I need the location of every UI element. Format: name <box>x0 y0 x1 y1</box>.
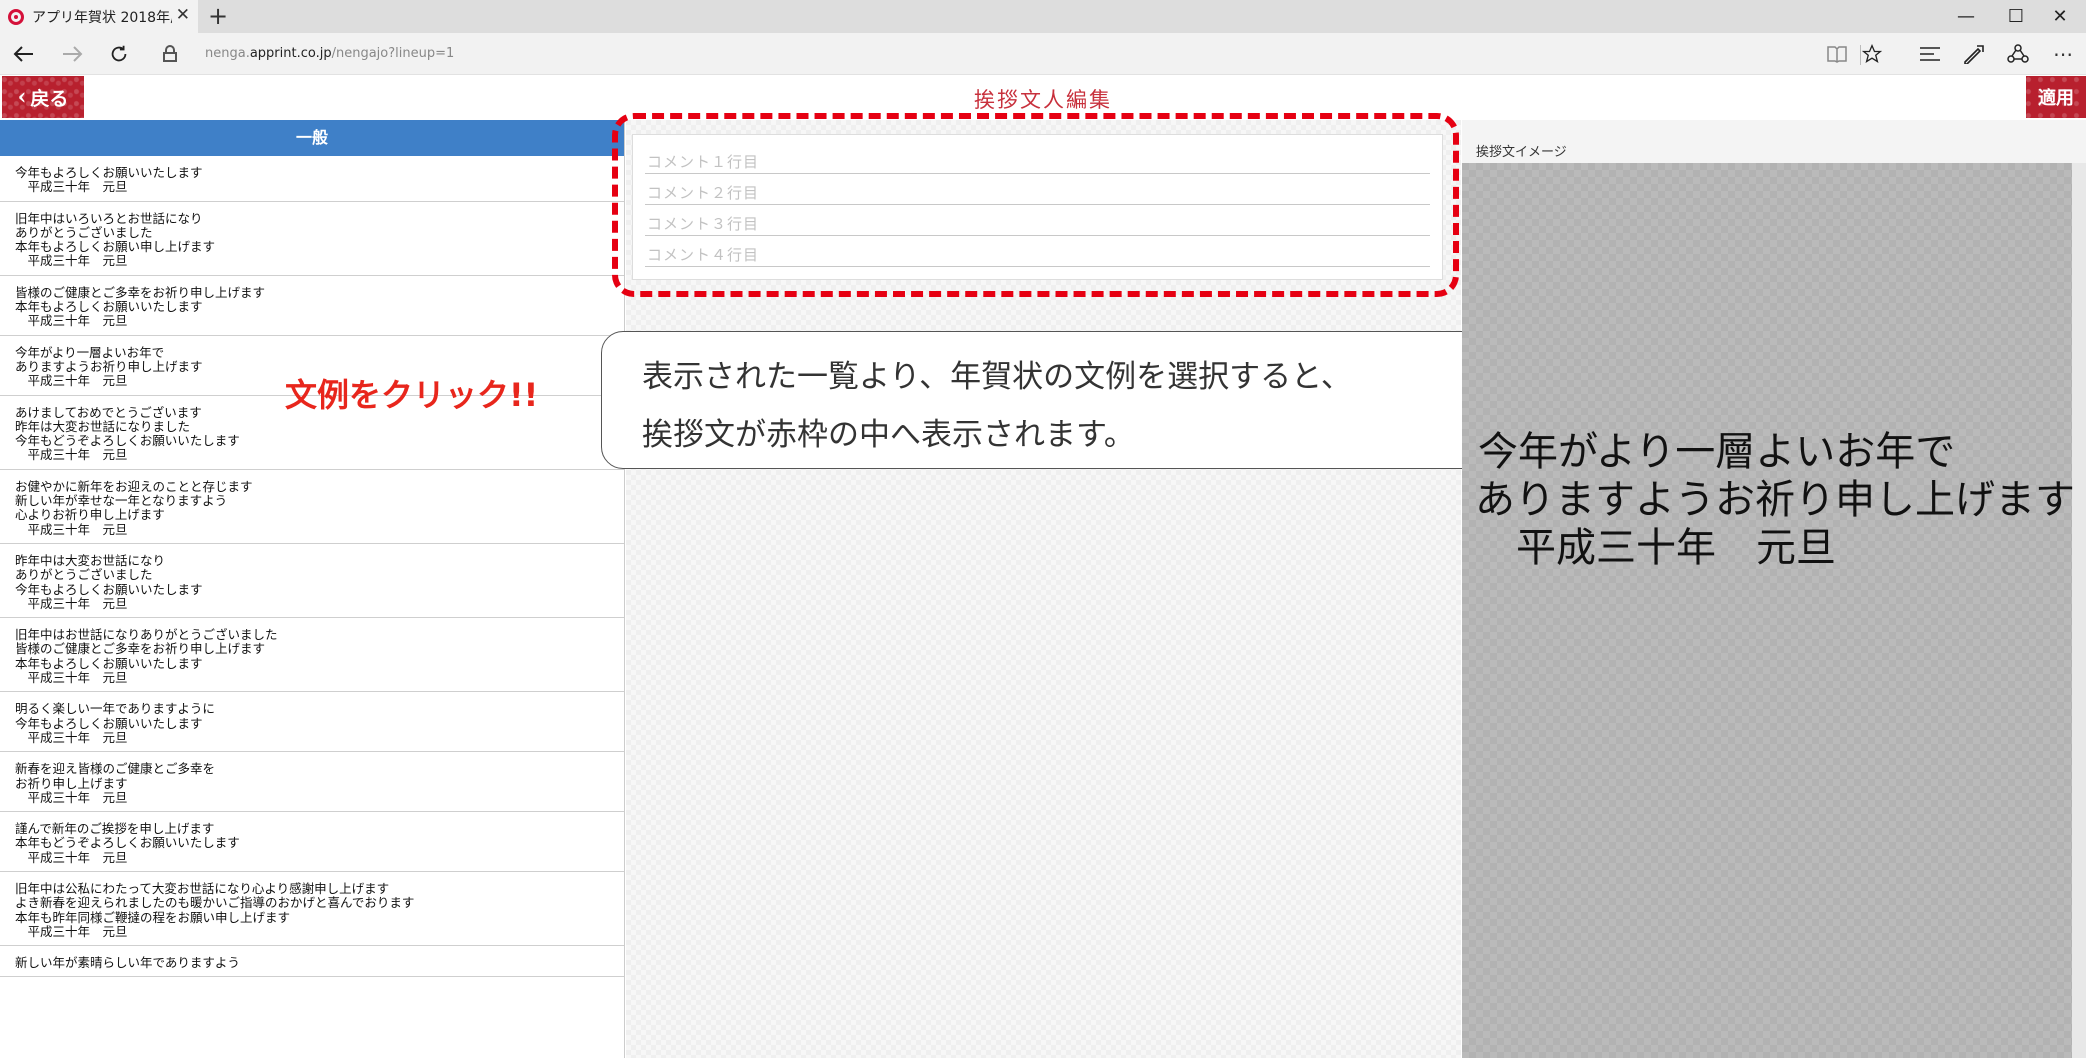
preview-label: 挨拶文イメージ <box>1476 145 1567 160</box>
greeting-line: 平成三十年 元旦 <box>15 253 128 269</box>
greeting-list: 今年もよろしくお願いいたします 平成三十年 元旦 旧年中はいろいろとお世話になりあ… <box>0 156 624 978</box>
greeting-line: 平成三十年 元旦 <box>15 595 128 611</box>
apply-button[interactable]: 適用 <box>2026 76 2086 118</box>
web-note-icon[interactable] <box>1958 39 1990 69</box>
refresh-icon[interactable] <box>102 37 136 71</box>
window-close-button[interactable]: ✕ <box>2030 0 2086 33</box>
new-tab-button[interactable]: + <box>205 2 231 30</box>
greeting-line: 本年もよろしくお願いいたします <box>15 299 203 315</box>
lock-icon <box>163 45 177 62</box>
preview-line-3: 平成三十年 元旦 <box>1516 525 1836 571</box>
greeting-line: 明るく楽しい一年でありますように <box>15 701 215 717</box>
share-icon[interactable] <box>2002 39 2034 69</box>
tab-close-icon[interactable]: ✕ <box>176 5 190 25</box>
greeting-line: 旧年中はいろいろとお世話になり <box>15 210 203 226</box>
greeting-line: 平成三十年 元旦 <box>15 447 128 463</box>
greeting-list-item[interactable]: 新しい年が素晴らしい年でありますよう <box>0 946 624 978</box>
toolbar-divider <box>1860 45 1861 65</box>
preview-line-2: ありますようお祈り申し上げます <box>1475 477 2075 523</box>
greeting-line: 本年も昨年同様ご鞭撻の程をお願い申し上げます <box>15 909 291 925</box>
greeting-line: 今年もよろしくお願いいたします <box>15 165 203 180</box>
url-field[interactable]: nenga.apprint.co.jp/nengajo?lineup=1 <box>205 46 454 61</box>
greeting-line: 平成三十年 元旦 <box>15 729 128 745</box>
greeting-line: 平成三十年 元旦 <box>15 670 128 686</box>
greeting-line: 皆様のご健康とご多幸をお祈り申し上げます <box>15 284 266 300</box>
url-path: /nengajo?lineup=1 <box>331 46 455 61</box>
greeting-line: 今年もよろしくお願いいたします <box>15 715 203 731</box>
greeting-line: お祈り申し上げます <box>15 775 128 791</box>
highlight-dashed-frame <box>612 113 1459 297</box>
callout-line-2: 挨拶文が赤枠の中へ表示されます。 <box>642 417 1135 453</box>
greeting-line: 平成三十年 元旦 <box>15 313 128 329</box>
hub-icon[interactable] <box>1914 39 1946 69</box>
greeting-line: 昨年は大変お世話になりました <box>15 418 191 434</box>
greeting-line: ありがとうございました <box>15 567 153 583</box>
reading-view-icon[interactable] <box>1821 39 1853 69</box>
preview-greeting-text: 今年がより一層よいお年で ありますようお祈り申し上げます 平成三十年 元旦 <box>1475 428 2075 572</box>
click-instruction-label: 文例をクリック!! <box>285 376 539 414</box>
greeting-line: 旧年中はお世話になりありがとうございました <box>15 627 278 643</box>
greeting-list-item[interactable]: 謹んで新年のご挨拶を申し上げます 本年もどうぞよろしくお願いいたします 平成三十年… <box>0 812 624 872</box>
greeting-line: 今年もよろしくお願いいたします <box>15 581 203 597</box>
greeting-list-item[interactable]: 皆様のご健康とご多幸をお祈り申し上げます 本年もよろしくお願いいたします 平成三十… <box>0 276 624 336</box>
greeting-line: お健やかに新年をお迎えのことと存じます <box>15 478 253 494</box>
greeting-line: 皆様のご健康とご多幸をお祈り申し上げます <box>15 641 266 657</box>
greeting-line: 平成三十年 元旦 <box>15 923 128 939</box>
greeting-line: 今年もどうぞよろしくお願いいたします <box>15 433 240 449</box>
greeting-line: よき新春を迎えられましたのも暖かいご指導のおかげと喜んでおります <box>15 895 415 911</box>
greeting-list-item[interactable]: 今年もよろしくお願いいたします 平成三十年 元旦 <box>0 156 624 202</box>
greeting-list-item[interactable]: お健やかに新年をお迎えのことと存じます 新しい年が幸せな一年となりますよう 心よりお… <box>0 470 624 544</box>
greeting-line: 平成三十年 元旦 <box>15 521 128 537</box>
more-icon[interactable]: ⋯ <box>2047 39 2079 69</box>
preview-scrollbar[interactable] <box>2072 163 2086 1058</box>
greeting-line: 今年がより一層よいお年で <box>15 344 165 360</box>
instruction-callout: 表示された一覧より、年賀状の文例を選択すると、 挨拶文が赤枠の中へ表示されます。 <box>601 331 1488 469</box>
greeting-list-panel: 一般 今年もよろしくお願いいたします 平成三十年 元旦 旧年中はいろいろとお世話に… <box>0 120 625 1058</box>
greeting-line: 新しい年が素晴らしい年でありますよう <box>15 955 240 971</box>
greeting-line: 新春を迎え皆様のご健康とご多幸を <box>15 761 216 777</box>
greeting-list-item[interactable]: 新春を迎え皆様のご健康とご多幸を お祈り申し上げます 平成三十年 元旦 <box>0 752 624 813</box>
greeting-line: 昨年中は大変お世話になり <box>15 552 166 568</box>
preview-line-1: 今年がより一層よいお年で <box>1478 429 1956 475</box>
browser-tab[interactable]: アプリ年賀状 2018年戌年 ✕ <box>0 0 198 33</box>
greeting-list-item[interactable]: 旧年中はお世話になりありがとうございました 皆様のご健康とご多幸をお祈り申し上げま… <box>0 618 624 693</box>
browser-tab-bar: アプリ年賀状 2018年戌年 ✕ + — ☐ ✕ <box>0 0 2086 33</box>
callout-line-1: 表示された一覧より、年賀状の文例を選択すると、 <box>642 359 1352 395</box>
category-header: 一般 <box>0 120 624 156</box>
back-arrow-icon[interactable] <box>7 37 41 71</box>
preview-canvas <box>1462 163 2072 1058</box>
page-title: 挨拶文人編集 <box>974 88 1112 112</box>
greeting-line: 平成三十年 元旦 <box>15 179 128 195</box>
greeting-line: 新しい年が幸せな一年となりますよう <box>15 493 228 509</box>
address-bar: nenga.apprint.co.jp/nengajo?lineup=1 ⋯ <box>0 33 2086 75</box>
greeting-list-item[interactable]: 旧年中はいろいろとお世話になり ありがとうございました 本年もよろしくお願い申し上げ… <box>0 202 624 276</box>
greeting-list-item[interactable]: 昨年中は大変お世話になり ありがとうございました 今年もよろしくお願いいたします 平… <box>0 544 624 619</box>
greeting-list-item[interactable]: 旧年中は公私にわたって大変お世話になり心より感謝申し上げます よき新春を迎えられま… <box>0 872 624 947</box>
greeting-list-item[interactable]: 明るく楽しい一年でありますように 今年もよろしくお願いいたします 平成三十年 元旦 <box>0 692 624 753</box>
greeting-line: 本年もどうぞよろしくお願いいたします <box>15 835 240 851</box>
greeting-line: 平成三十年 元旦 <box>15 789 128 805</box>
greeting-line: 心よりお祈り申し上げます <box>15 507 165 523</box>
greeting-line: 本年もよろしくお願い申し上げます <box>15 239 216 255</box>
greeting-line: 謹んで新年のご挨拶を申し上げます <box>15 821 215 837</box>
greeting-line: 旧年中は公私にわたって大変お世話になり心より感謝申し上げます <box>15 880 390 896</box>
greeting-line: 平成三十年 元旦 <box>15 849 128 865</box>
tab-title: アプリ年賀状 2018年戌年 <box>32 9 172 26</box>
url-subdomain: nenga. <box>205 46 250 61</box>
greeting-line: 本年もよろしくお願いいたします <box>15 655 203 671</box>
url-domain: apprint.co.jp <box>249 46 332 61</box>
site-favicon-icon <box>8 8 24 25</box>
greeting-line: ありがとうございました <box>15 224 153 240</box>
forward-arrow-icon[interactable] <box>55 37 89 71</box>
